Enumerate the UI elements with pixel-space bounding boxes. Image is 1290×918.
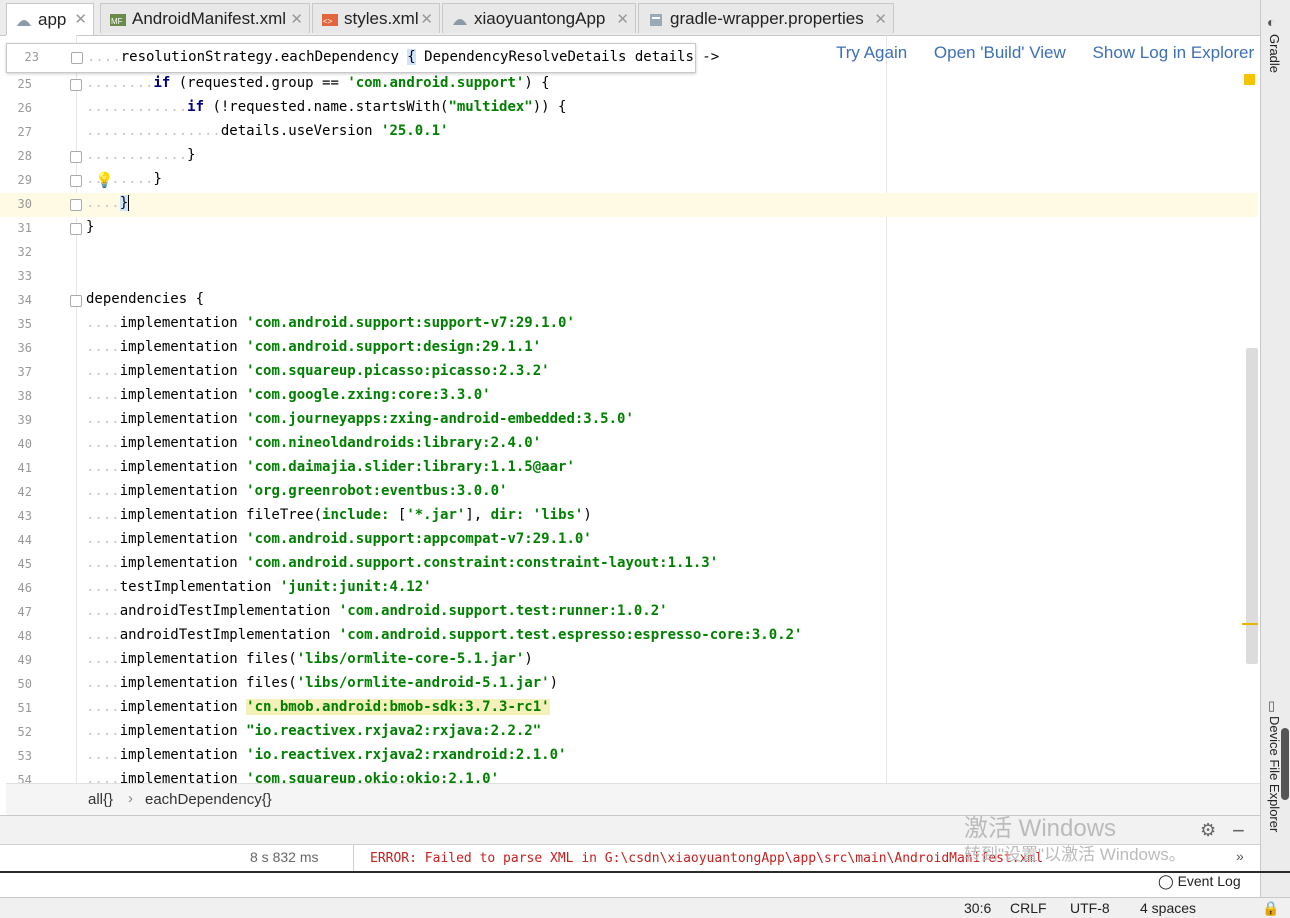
error-stripe-marker[interactable] xyxy=(1242,623,1258,625)
event-log-button[interactable]: ◯ Event Log xyxy=(1158,873,1241,890)
close-icon[interactable]: ✕ xyxy=(616,10,629,28)
close-icon[interactable]: ✕ xyxy=(874,10,887,28)
tab-xiaoyuantongapp[interactable]: xiaoyuantongApp ✕ xyxy=(442,3,636,33)
device-file-explorer-button[interactable]: Device File Explorer xyxy=(1267,716,1282,832)
right-tool-strip: ◐ Gradle ▯ Device File Explorer xyxy=(1260,0,1290,900)
status-bar: 30:6 CRLF UTF-8 4 spaces 🔒 xyxy=(0,897,1290,918)
indent-setting[interactable]: 4 spaces xyxy=(1140,900,1196,916)
code-line: 42 ....implementation 'org.greenrobot:eve… xyxy=(17,483,508,499)
code-line: 27 ................details.useVersion '2… xyxy=(17,123,449,139)
gradle-icon: ◐ xyxy=(1267,14,1276,30)
try-again-link[interactable]: Try Again xyxy=(836,43,907,62)
fold-marker-icon[interactable] xyxy=(70,79,82,91)
scroll-widget xyxy=(1281,728,1289,800)
svg-text:MF: MF xyxy=(111,17,123,26)
file-encoding[interactable]: UTF-8 xyxy=(1070,900,1110,916)
code-line: 48 ....androidTestImplementation 'com.and… xyxy=(17,627,803,643)
code-line: 35 ....implementation 'com.android.suppor… xyxy=(17,315,575,331)
code-line: 31 } xyxy=(17,219,95,235)
code-line: 52 ....implementation "io.reactivex.rxjav… xyxy=(17,723,542,739)
code-line: 45 ....implementation 'com.android.suppor… xyxy=(17,555,719,571)
xml-file-icon: <> xyxy=(321,12,339,26)
properties-file-icon xyxy=(647,12,665,26)
code-line: 50 ....implementation files('libs/ormlite… xyxy=(17,675,559,691)
speech-bubble-icon: ◯ xyxy=(1158,873,1174,889)
code-line: 32 xyxy=(17,245,32,259)
code-line: 29 💡 ........} xyxy=(17,171,162,189)
warning-marker[interactable] xyxy=(1244,74,1255,85)
sticky-context-popup[interactable]: 23 ....resolutionStrategy.eachDependency… xyxy=(6,43,719,73)
android-icon xyxy=(15,13,33,27)
tab-styles[interactable]: <> styles.xml ✕ xyxy=(312,3,440,33)
fold-marker-icon[interactable] xyxy=(70,199,82,211)
code-line-current: 30 ....} xyxy=(0,193,1258,217)
fold-marker-icon[interactable] xyxy=(70,175,82,187)
tab-label: AndroidManifest.xml xyxy=(132,8,287,28)
close-icon[interactable]: ✕ xyxy=(74,10,87,28)
code-line: 25 ........if (requested.group == 'com.a… xyxy=(17,75,550,91)
close-icon[interactable]: ✕ xyxy=(420,10,433,28)
code-line: 34 dependencies { xyxy=(17,291,205,307)
code-line: 51 ....implementation 'cn.bmob.android:bm… xyxy=(17,699,550,715)
code-line: 40 ....implementation 'com.nineoldandroid… xyxy=(17,435,542,451)
fold-marker-icon[interactable] xyxy=(70,223,82,235)
activation-watermark-subtitle: 转到"设置"以激活 Windows。 xyxy=(964,845,1186,864)
code-line: 44 ....implementation 'com.android.suppor… xyxy=(17,531,592,547)
line-separator[interactable]: CRLF xyxy=(1010,900,1047,916)
caret-position[interactable]: 30:6 xyxy=(964,900,991,916)
code-line: 43 ....implementation fileTree(include: [… xyxy=(17,507,592,523)
fold-marker-icon[interactable] xyxy=(70,151,82,163)
tab-label: gradle-wrapper.properties xyxy=(670,8,864,28)
code-line: 49 ....implementation files('libs/ormlite… xyxy=(17,651,533,667)
double-chevron-icon[interactable]: » xyxy=(1236,848,1244,864)
tab-gradle-wrapper[interactable]: gradle-wrapper.properties ✕ xyxy=(638,3,894,33)
tab-androidmanifest[interactable]: MF AndroidManifest.xml ✕ xyxy=(100,3,310,33)
divider xyxy=(0,871,1290,873)
tab-app[interactable]: app ✕ xyxy=(6,3,94,35)
build-failure-actions: Try Again Open 'Build' View Show Log in … xyxy=(836,43,1276,63)
show-log-link[interactable]: Show Log in Explorer xyxy=(1093,43,1255,62)
fold-marker-icon[interactable] xyxy=(71,52,83,64)
build-error-message[interactable]: ERROR: Failed to parse XML in G:\csdn\xi… xyxy=(370,851,1043,866)
code-line: 38 ....implementation 'com.google.zxing:c… xyxy=(17,387,491,403)
editor-tab-bar: app ✕ MF AndroidManifest.xml ✕ <> styles… xyxy=(0,0,1260,36)
code-line: 28 ............} xyxy=(17,147,196,163)
activation-watermark-title: 激活 Windows xyxy=(964,815,1117,842)
editor-scrollbar[interactable] xyxy=(1246,348,1258,664)
tab-label: styles.xml xyxy=(344,8,419,28)
close-icon[interactable]: ✕ xyxy=(290,10,303,28)
code-line: 41 ....implementation 'com.daimajia.slide… xyxy=(17,459,575,475)
code-editor[interactable]: 25 ........if (requested.group == 'com.a… xyxy=(0,35,1260,783)
build-duration: 8 s 832 ms xyxy=(250,849,319,865)
code-line: 37 ....implementation 'com.squareup.picas… xyxy=(17,363,550,379)
breadcrumb-item-all[interactable]: all{} xyxy=(88,791,113,808)
code-line: 26 ............if (!requested.name.start… xyxy=(17,99,567,115)
lock-icon[interactable]: 🔒 xyxy=(1262,900,1279,917)
tab-label: xiaoyuantongApp xyxy=(474,8,606,28)
android-icon xyxy=(451,12,469,26)
code-line: 33 xyxy=(17,269,32,283)
chevron-right-icon: › xyxy=(128,790,133,807)
gear-icon[interactable]: ⚙ xyxy=(1200,820,1216,841)
svg-text:<>: <> xyxy=(323,17,333,26)
manifest-file-icon: MF xyxy=(109,12,127,26)
breadcrumb-item-eachdependency[interactable]: eachDependency{} xyxy=(145,791,272,808)
code-line: 54 ....implementation 'com.squareup.okio:… xyxy=(17,771,500,783)
tab-label: app xyxy=(38,9,67,29)
code-line: 46 ....testImplementation 'junit:junit:4.… xyxy=(17,579,432,595)
fold-marker-icon[interactable] xyxy=(70,295,82,307)
code-line: 36 ....implementation 'com.android.suppor… xyxy=(17,339,542,355)
device-icon: ▯ xyxy=(1268,698,1276,713)
divider xyxy=(353,845,354,871)
minimize-icon[interactable]: − xyxy=(1232,818,1245,844)
open-build-view-link[interactable]: Open 'Build' View xyxy=(934,43,1066,62)
code-line: 47 ....androidTestImplementation 'com.and… xyxy=(17,603,668,619)
code-line: 39 ....implementation 'com.journeyapps:zx… xyxy=(17,411,634,427)
code-line: 53 ....implementation 'io.reactivex.rxjav… xyxy=(17,747,567,763)
